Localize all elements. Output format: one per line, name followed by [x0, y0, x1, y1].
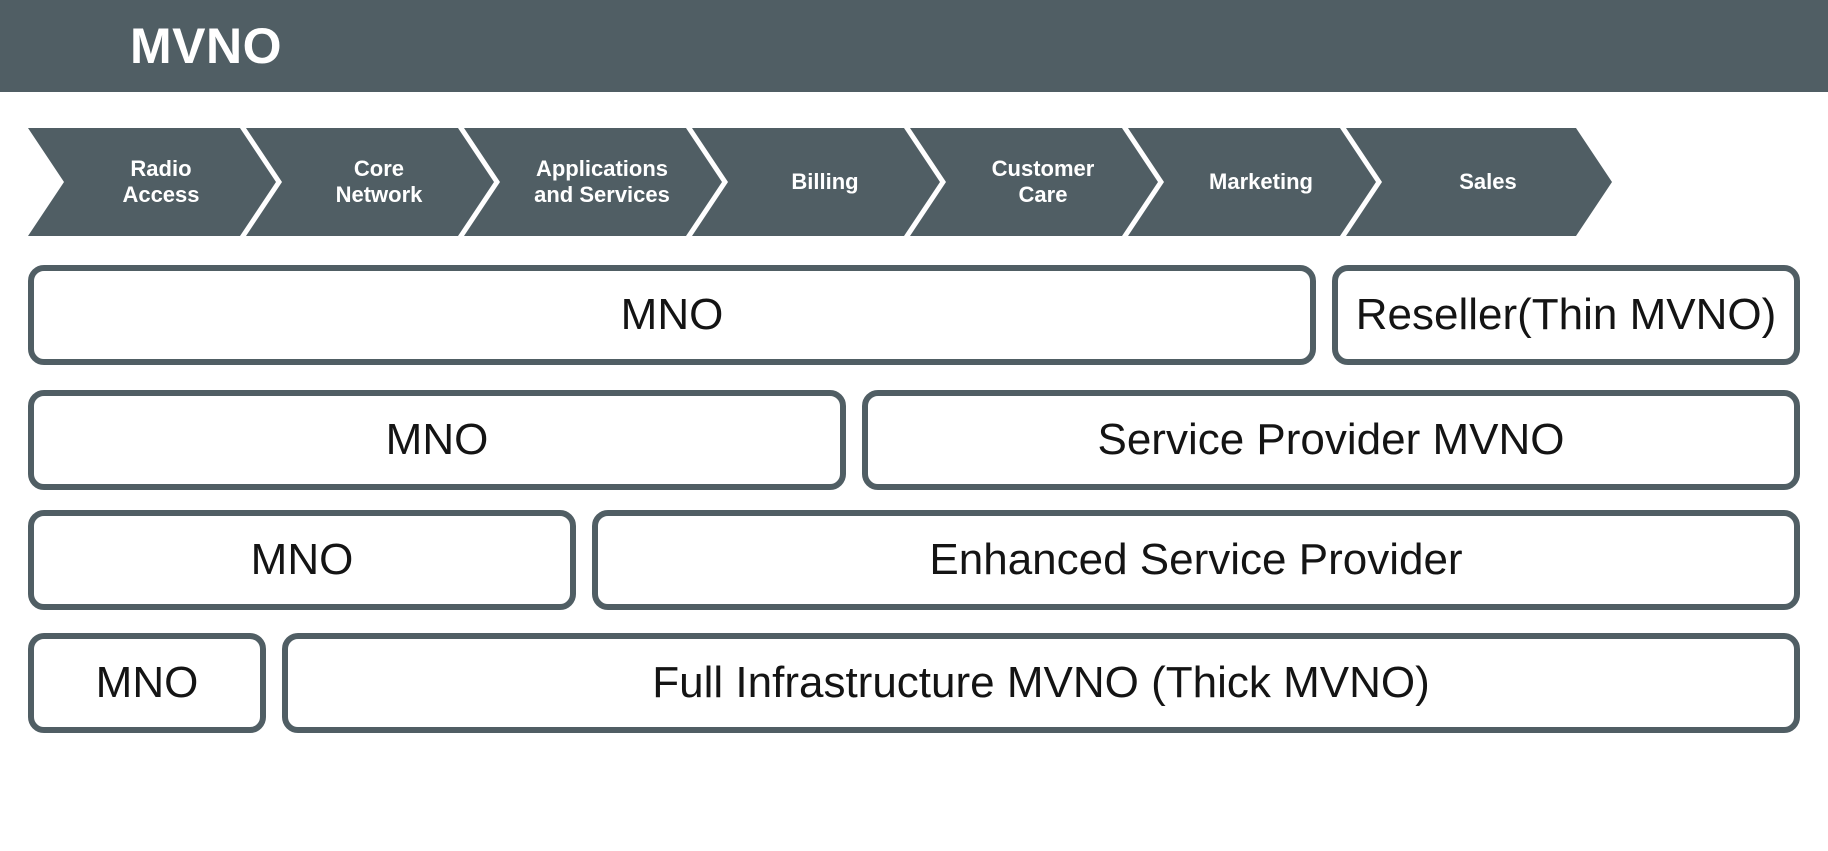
header-bar: MVNO [0, 0, 1828, 92]
value-chain-step-label: Core Network [335, 156, 423, 207]
mno-label: MNO [385, 415, 489, 464]
page-title: MVNO [130, 18, 282, 74]
value-chain-step-label: Marketing [1209, 169, 1313, 195]
value-chain-step-label: Billing [791, 169, 859, 195]
value-chain-step-radio-access[interactable]: Radio Access [28, 128, 276, 236]
mvno-label: Reseller(Thin MVNO) [1355, 290, 1777, 339]
mvno-box[interactable]: Full Infrastructure MVNO (Thick MVNO) [282, 633, 1800, 733]
value-chain-step-sales[interactable]: Sales [1346, 128, 1612, 236]
mvno-diagram: MVNO Radio Access Core Network Applicati… [0, 0, 1828, 851]
value-chain: Radio Access Core Network Applications a… [28, 128, 1812, 236]
value-chain-step-billing[interactable]: Billing [692, 128, 940, 236]
value-chain-step-marketing[interactable]: Marketing [1128, 128, 1376, 236]
model-row-full-infrastructure-mvno: MNO Full Infrastructure MVNO (Thick MVNO… [0, 633, 1828, 733]
model-row-service-provider-mvno: MNO Service Provider MVNO [0, 390, 1828, 490]
mvno-box[interactable]: Reseller(Thin MVNO) [1332, 265, 1800, 365]
value-chain-step-core-network[interactable]: Core Network [246, 128, 494, 236]
value-chain-step-label: Applications and Services [534, 156, 670, 207]
value-chain-step-applications-and-services[interactable]: Applications and Services [464, 128, 722, 236]
mno-label: MNO [250, 535, 354, 584]
value-chain-step-label: Radio Access [122, 156, 200, 207]
mvno-box[interactable]: Enhanced Service Provider [592, 510, 1800, 610]
mvno-box[interactable]: Service Provider MVNO [862, 390, 1800, 490]
value-chain-step-label: Customer Care [991, 156, 1095, 207]
model-row-enhanced-service-provider: MNO Enhanced Service Provider [0, 510, 1828, 610]
value-chain-step-label: Sales [1459, 169, 1517, 195]
mno-label: MNO [95, 658, 199, 707]
value-chain-step-customer-care[interactable]: Customer Care [910, 128, 1158, 236]
mno-box[interactable]: MNO [28, 265, 1316, 365]
mvno-label: Full Infrastructure MVNO (Thick MVNO) [652, 658, 1430, 707]
mno-box[interactable]: MNO [28, 633, 266, 733]
mno-label: MNO [620, 290, 724, 339]
mvno-label: Enhanced Service Provider [929, 535, 1463, 584]
mvno-label: Service Provider MVNO [1097, 415, 1565, 464]
mno-box[interactable]: MNO [28, 390, 846, 490]
mno-box[interactable]: MNO [28, 510, 576, 610]
model-row-reseller: MNO Reseller(Thin MVNO) [0, 265, 1828, 365]
